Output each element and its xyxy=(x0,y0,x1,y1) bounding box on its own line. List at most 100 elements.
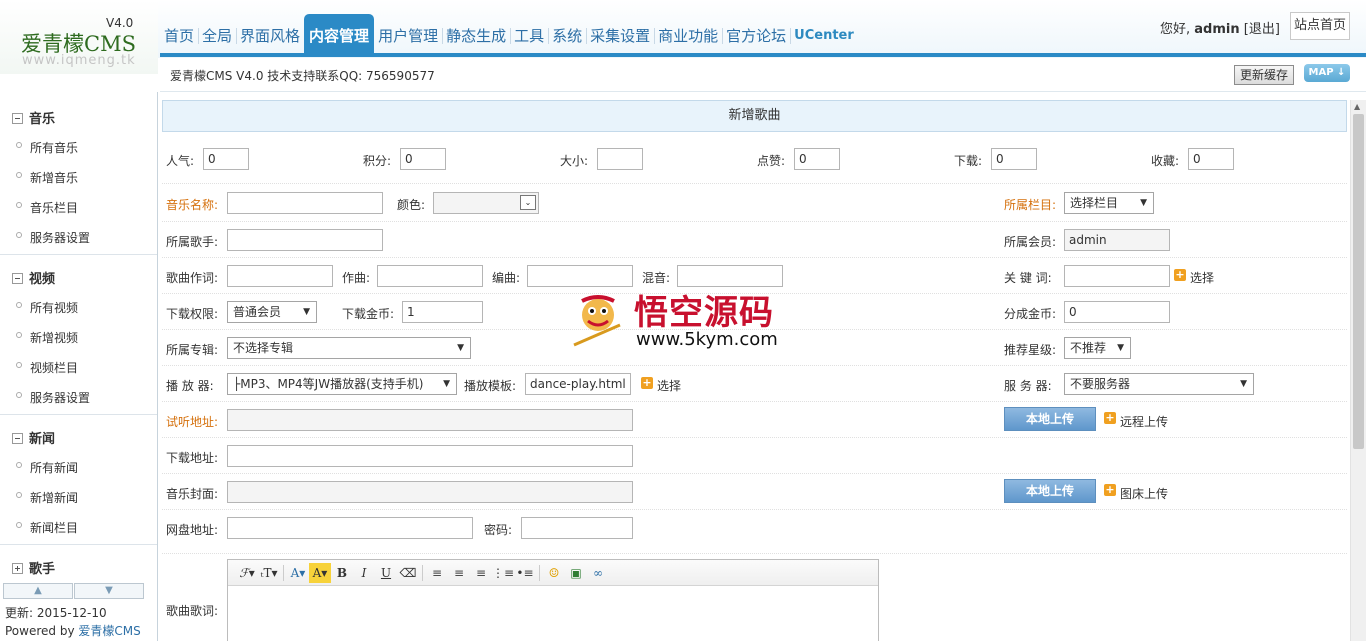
add-icon[interactable]: + xyxy=(1174,269,1186,281)
composer-input[interactable] xyxy=(377,265,483,287)
local-upload-button[interactable]: 本地上传 xyxy=(1004,407,1096,431)
sidebar-item-video-server[interactable]: 服务器设置 xyxy=(30,389,90,406)
color-label: 颜色: xyxy=(397,198,426,212)
scroll-up-button[interactable]: ▲ xyxy=(3,583,73,599)
keyword-input[interactable] xyxy=(1064,265,1170,287)
font-size-icon[interactable]: ₜT▾ xyxy=(258,563,280,583)
sidebar-item-video-category[interactable]: 视频栏目 xyxy=(30,359,78,376)
update-cache-button[interactable]: 更新缓存 xyxy=(1234,65,1294,85)
dropdown-arrow-icon: ▼ xyxy=(457,343,464,353)
preview-input[interactable] xyxy=(227,409,633,431)
lyricist-input[interactable] xyxy=(227,265,333,287)
add-icon[interactable]: + xyxy=(641,377,653,389)
cover-local-upload-button[interactable]: 本地上传 xyxy=(1004,479,1096,503)
sidebar-group-video[interactable]: 视频 xyxy=(12,268,55,287)
clear-format-icon[interactable]: ⌫ xyxy=(397,563,419,583)
highlight-icon[interactable]: A▾ xyxy=(309,562,331,583)
sidebar-item-all-music[interactable]: 所有音乐 xyxy=(30,139,78,156)
font-color-icon[interactable]: A▾ xyxy=(287,563,309,583)
member-input[interactable]: admin xyxy=(1064,229,1170,251)
map-button[interactable]: MAP ↓ xyxy=(1304,64,1350,82)
music-name-input[interactable] xyxy=(227,192,383,214)
coin-input[interactable]: 1 xyxy=(402,301,483,323)
sidebar-item-all-news[interactable]: 所有新闻 xyxy=(30,459,78,476)
align-right-icon[interactable]: ≡ xyxy=(470,563,492,583)
nav-ucenter[interactable]: UCenter xyxy=(790,14,858,54)
member-label: 所属会员: xyxy=(1004,235,1057,249)
sidebar-group-music[interactable]: 音乐 xyxy=(12,108,55,127)
scroll-up-arrow-icon[interactable]: ▲ xyxy=(1354,102,1360,111)
nav-business[interactable]: 商业功能 xyxy=(654,14,724,54)
album-select[interactable]: 不选择专辑 ▼ xyxy=(227,337,471,359)
color-picker[interactable]: ⌄ xyxy=(433,192,539,214)
sidebar-group-news[interactable]: 新闻 xyxy=(12,428,55,447)
template-input[interactable]: dance-play.html xyxy=(525,373,631,395)
nav-static[interactable]: 静态生成 xyxy=(442,14,512,54)
site-home-button[interactable]: 站点首页 xyxy=(1290,12,1350,40)
sidebar-item-music-category[interactable]: 音乐栏目 xyxy=(30,199,78,216)
size-input[interactable] xyxy=(597,148,643,170)
nav-global[interactable]: 全局 xyxy=(198,14,238,54)
keyword-select-link[interactable]: 选择 xyxy=(1190,269,1214,286)
sidebar-item-news-category[interactable]: 新闻栏目 xyxy=(30,519,78,536)
download-row: 下载地址: xyxy=(162,438,1347,474)
bullet-icon xyxy=(16,232,22,238)
unordered-list-icon[interactable]: •≡ xyxy=(514,563,536,583)
mixer-input[interactable] xyxy=(677,265,783,287)
likes-input[interactable]: 0 xyxy=(794,148,840,170)
main-scrollbar[interactable]: ▲ xyxy=(1350,100,1366,641)
netdisk-input[interactable] xyxy=(227,517,473,539)
italic-icon[interactable]: I xyxy=(353,563,375,583)
nav-tools[interactable]: 工具 xyxy=(510,14,550,54)
arranger-input[interactable] xyxy=(527,265,633,287)
sidebar-item-music-server[interactable]: 服务器设置 xyxy=(30,229,90,246)
server-select[interactable]: 不要服务器 ▼ xyxy=(1064,373,1254,395)
link-icon[interactable]: ∞ xyxy=(587,563,609,583)
emoticon-icon[interactable]: ☺ xyxy=(543,563,565,583)
download-url-input[interactable] xyxy=(227,445,633,467)
logout-link[interactable]: [退出] xyxy=(1244,22,1280,37)
sidebar-item-add-news[interactable]: 新增新闻 xyxy=(30,489,78,506)
image-host-upload-link[interactable]: 图床上传 xyxy=(1120,485,1168,502)
color-picker-icon[interactable]: ⌄ xyxy=(520,195,536,210)
align-center-icon[interactable]: ≡ xyxy=(448,563,470,583)
nav-users[interactable]: 用户管理 xyxy=(374,14,444,54)
remote-upload-link[interactable]: 远程上传 xyxy=(1120,413,1168,430)
permission-select[interactable]: 普通会员 ▼ xyxy=(227,301,317,323)
favorites-input[interactable]: 0 xyxy=(1188,148,1234,170)
add-icon[interactable]: + xyxy=(1104,484,1116,496)
category-select[interactable]: 选择栏目 ▼ xyxy=(1064,192,1154,214)
add-icon[interactable]: + xyxy=(1104,412,1116,424)
nav-system[interactable]: 系统 xyxy=(548,14,588,54)
sidebar-item-add-video[interactable]: 新增视频 xyxy=(30,329,78,346)
star-select[interactable]: 不推荐 ▼ xyxy=(1064,337,1131,359)
lyrics-editor[interactable]: ℱ▾ ₜT▾ A▾ A▾ B I U ⌫ ≡ ≡ ≡ ⋮≡ •≡ ☺ ▣ ∞ xyxy=(227,559,879,641)
nav-theme[interactable]: 界面风格 xyxy=(236,14,306,54)
scroll-thumb[interactable] xyxy=(1353,114,1364,449)
scroll-down-button[interactable]: ▼ xyxy=(74,583,144,599)
sidebar-item-all-video[interactable]: 所有视频 xyxy=(30,299,78,316)
sidebar-group-singer[interactable]: 歌手 xyxy=(12,558,55,577)
password-input[interactable] xyxy=(521,517,633,539)
cover-input[interactable] xyxy=(227,481,633,503)
downloads-input[interactable]: 0 xyxy=(991,148,1037,170)
nav-forum[interactable]: 官方论坛 xyxy=(722,14,792,54)
nav-collect[interactable]: 采集设置 xyxy=(586,14,656,54)
image-icon[interactable]: ▣ xyxy=(565,563,587,583)
nav-content[interactable]: 内容管理 xyxy=(304,14,375,54)
ordered-list-icon[interactable]: ⋮≡ xyxy=(492,563,514,583)
powered-link[interactable]: 爱青檬CMS xyxy=(78,624,140,638)
align-left-icon[interactable]: ≡ xyxy=(426,563,448,583)
sidebar-item-add-music[interactable]: 新增音乐 xyxy=(30,169,78,186)
bold-icon[interactable]: B xyxy=(331,563,353,583)
singer-input[interactable] xyxy=(227,229,383,251)
nav-home[interactable]: 首页 xyxy=(160,14,200,54)
player-select[interactable]: ├MP3、MP4等JW播放器(支持手机) ▼ xyxy=(227,373,457,395)
points-input[interactable]: 0 xyxy=(400,148,446,170)
template-select-link[interactable]: 选择 xyxy=(657,377,681,394)
popularity-input[interactable]: 0 xyxy=(203,148,249,170)
underline-icon[interactable]: U xyxy=(375,563,397,583)
arranger-label: 编曲: xyxy=(492,271,521,285)
font-family-icon[interactable]: ℱ▾ xyxy=(236,563,258,583)
share-input[interactable]: 0 xyxy=(1064,301,1170,323)
